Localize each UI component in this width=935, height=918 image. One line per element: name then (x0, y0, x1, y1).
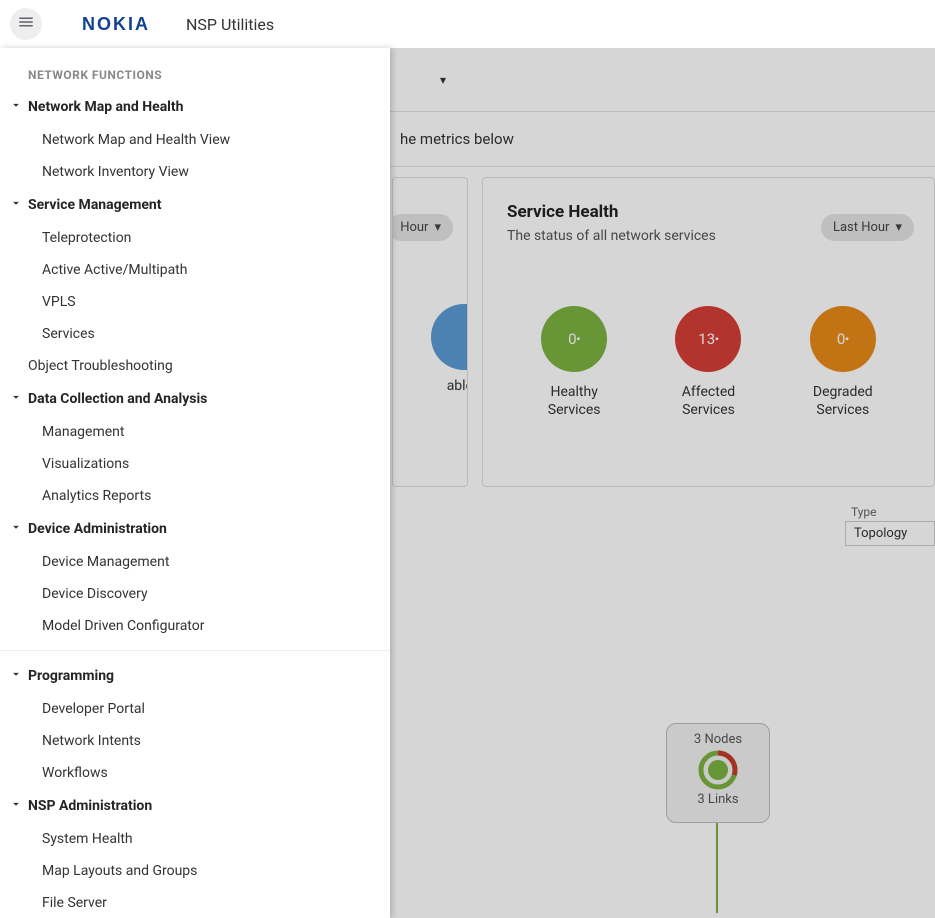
chevron-down-icon (6, 667, 26, 685)
caret-down-icon[interactable]: ▾ (440, 73, 446, 87)
time-range-label: Last Hour (833, 220, 890, 235)
type-selector-label: Type (845, 505, 935, 519)
circle-partial-blue (431, 304, 467, 370)
metric-label: DegradedServices (788, 384, 898, 419)
nav-item-vpls[interactable]: VPLS (0, 286, 390, 318)
type-selector: Type Topology (845, 505, 935, 546)
chevron-down-icon (6, 520, 26, 538)
nav-group-data-collection-and-analysis[interactable]: Data Collection and Analysis (0, 382, 390, 416)
topbar: NOKIA NSP Utilities (0, 0, 935, 48)
metric-affected-services[interactable]: 13▪ AffectedServices (653, 306, 763, 419)
nav-item-map-layouts-and-groups[interactable]: Map Layouts and Groups (0, 855, 390, 887)
chevron-down-icon (6, 797, 26, 815)
cluster-nodes-label: 3 Nodes (667, 732, 769, 747)
nav-group-device-administration[interactable]: Device Administration (0, 512, 390, 546)
nav-group-label: Device Administration (28, 521, 167, 537)
metric-healthy-services[interactable]: 0▪ HealthyServices (519, 306, 629, 419)
nav-item-workflows[interactable]: Workflows (0, 757, 390, 789)
type-selector-field[interactable]: Topology (845, 521, 935, 546)
topology-node-cluster[interactable]: 3 Nodes 3 Links (666, 723, 770, 823)
nav-item-developer-portal[interactable]: Developer Portal (0, 693, 390, 725)
nav-item-network-map-and-health-view[interactable]: Network Map and Health View (0, 124, 390, 156)
chevron-down-icon (6, 196, 26, 214)
nav-item-visualizations[interactable]: Visualizations (0, 448, 390, 480)
circle-partial-label: able (447, 378, 468, 394)
time-range-chip[interactable]: Last Hour ▾ (821, 214, 914, 241)
brand-logo: NOKIA (82, 14, 150, 35)
nav-group-label: NSP Administration (28, 798, 152, 814)
metric-label: AffectedServices (653, 384, 763, 419)
nav-drawer[interactable]: NETWORK FUNCTIONS Network Map and Health N… (0, 48, 390, 918)
nav-item-device-management[interactable]: Device Management (0, 546, 390, 578)
nav-item-management[interactable]: Management (0, 416, 390, 448)
time-range-chip[interactable]: Hour ▾ (392, 214, 453, 241)
caret-down-icon: ▾ (895, 220, 902, 235)
metric-degraded-services[interactable]: 0▪ DegradedServices (788, 306, 898, 419)
nav-group-service-management[interactable]: Service Management (0, 188, 390, 222)
chevron-down-icon (6, 98, 26, 116)
nav-group-nsp-administration[interactable]: NSP Administration (0, 789, 390, 823)
hamburger-icon (17, 13, 35, 35)
nav-group-network-map-and-health[interactable]: Network Map and Health (0, 90, 390, 124)
service-health-circles: 0▪ HealthyServices 13▪ AffectedServices 0▪ De… (507, 306, 910, 419)
nav-item-file-server[interactable]: File Server (0, 887, 390, 918)
caret-down-icon: ▾ (434, 220, 441, 235)
metric-circle: 13▪ (675, 306, 741, 372)
nav-section-header: NETWORK FUNCTIONS (0, 58, 390, 90)
cluster-status-ring-icon (698, 750, 738, 790)
metric-label: HealthyServices (519, 384, 629, 419)
card-network-health-partial: Hour ▾ able (392, 177, 468, 487)
nav-group-label: Network Map and Health (28, 99, 183, 115)
nav-divider (0, 650, 390, 651)
nav-item-system-health[interactable]: System Health (0, 823, 390, 855)
nav-item-network-inventory-view[interactable]: Network Inventory View (0, 156, 390, 188)
nav-item-device-discovery[interactable]: Device Discovery (0, 578, 390, 610)
nav-item-model-driven-configurator[interactable]: Model Driven Configurator (0, 610, 390, 642)
time-range-label: Hour (400, 220, 428, 235)
metric-circle: 0▪ (541, 306, 607, 372)
nav-group-label: Programming (28, 668, 114, 684)
hamburger-menu-button[interactable] (10, 8, 42, 40)
app-title: NSP Utilities (186, 15, 274, 34)
nav-item-teleprotection[interactable]: Teleprotection (0, 222, 390, 254)
metric-circle: 0▪ (810, 306, 876, 372)
nav-group-label: Service Management (28, 197, 161, 213)
nav-item-analytics-reports[interactable]: Analytics Reports (0, 480, 390, 512)
nav-group-programming[interactable]: Programming (0, 659, 390, 693)
nav-item-network-intents[interactable]: Network Intents (0, 725, 390, 757)
chevron-down-icon (6, 390, 26, 408)
nav-group-label: Data Collection and Analysis (28, 391, 207, 407)
topology-link-wire (716, 823, 718, 913)
cluster-links-label: 3 Links (667, 792, 769, 807)
nav-item-services[interactable]: Services (0, 318, 390, 350)
card-service-health: Service Health The status of all network… (482, 177, 935, 487)
nav-item-object-troubleshooting[interactable]: Object Troubleshooting (0, 350, 390, 382)
nav-item-active-active-multipath[interactable]: Active Active/Multipath (0, 254, 390, 286)
